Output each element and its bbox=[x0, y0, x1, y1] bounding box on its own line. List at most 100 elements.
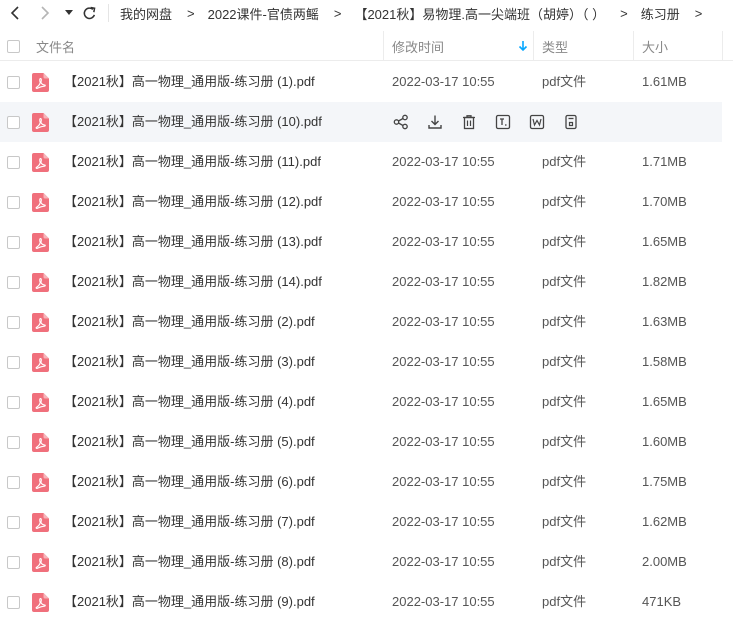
column-divider bbox=[383, 31, 384, 61]
rename-icon[interactable] bbox=[494, 114, 511, 131]
pdf-file-icon bbox=[32, 113, 49, 132]
forward-button[interactable] bbox=[36, 0, 54, 26]
pdf-file-icon bbox=[32, 513, 49, 532]
file-type: pdf文件 bbox=[542, 194, 587, 209]
row-checkbox[interactable] bbox=[7, 476, 20, 489]
share-icon[interactable] bbox=[392, 114, 409, 131]
row-checkbox[interactable] bbox=[7, 76, 20, 89]
column-divider bbox=[533, 31, 534, 61]
file-size: 1.65MB bbox=[642, 394, 687, 409]
pdf-file-icon bbox=[32, 273, 49, 292]
chevron-left-icon bbox=[10, 6, 19, 20]
breadcrumb-separator-icon: > bbox=[620, 5, 628, 21]
row-checkbox[interactable] bbox=[7, 316, 20, 329]
column-divider bbox=[722, 31, 723, 61]
file-name[interactable]: 【2021秋】高一物理_通用版-练习册 (1).pdf bbox=[64, 62, 315, 102]
file-row[interactable]: 【2021秋】高一物理_通用版-练习册 (14).pdf 2022-03-17 1… bbox=[0, 262, 733, 302]
row-checkbox[interactable] bbox=[7, 156, 20, 169]
history-dropdown-button[interactable] bbox=[63, 0, 75, 26]
row-checkbox[interactable] bbox=[7, 236, 20, 249]
caret-down-icon bbox=[65, 10, 73, 15]
file-row[interactable]: 【2021秋】高一物理_通用版-练习册 (13).pdf 2022-03-17 1… bbox=[0, 222, 733, 262]
row-checkbox[interactable] bbox=[7, 356, 20, 369]
refresh-icon bbox=[83, 6, 95, 19]
file-row[interactable]: 【2021秋】高一物理_通用版-练习册 (3).pdf 2022-03-17 10… bbox=[0, 342, 733, 382]
delete-icon[interactable] bbox=[460, 114, 477, 131]
file-name[interactable]: 【2021秋】高一物理_通用版-练习册 (9).pdf bbox=[64, 582, 315, 622]
file-name[interactable]: 【2021秋】高一物理_通用版-练习册 (5).pdf bbox=[64, 422, 315, 462]
file-row[interactable]: 【2021秋】高一物理_通用版-练习册 (9).pdf 2022-03-17 10… bbox=[0, 582, 733, 622]
file-row[interactable]: 【2021秋】高一物理_通用版-练习册 (6).pdf 2022-03-17 10… bbox=[0, 462, 733, 502]
pdf-file-icon bbox=[32, 393, 49, 412]
file-name[interactable]: 【2021秋】高一物理_通用版-练习册 (14).pdf bbox=[64, 262, 322, 302]
file-list: 【2021秋】高一物理_通用版-练习册 (1).pdf 2022-03-17 10… bbox=[0, 62, 733, 622]
pdf-file-icon bbox=[32, 433, 49, 452]
row-checkbox[interactable] bbox=[7, 436, 20, 449]
more-icon[interactable] bbox=[562, 114, 579, 131]
row-checkbox[interactable] bbox=[7, 196, 20, 209]
row-checkbox[interactable] bbox=[7, 516, 20, 529]
file-name[interactable]: 【2021秋】高一物理_通用版-练习册 (8).pdf bbox=[64, 542, 315, 582]
file-name[interactable]: 【2021秋】高一物理_通用版-练习册 (13).pdf bbox=[64, 222, 322, 262]
file-name[interactable]: 【2021秋】高一物理_通用版-练习册 (6).pdf bbox=[64, 462, 315, 502]
file-type: pdf文件 bbox=[542, 434, 587, 449]
file-type: pdf文件 bbox=[542, 354, 587, 369]
word-convert-icon[interactable] bbox=[528, 114, 545, 131]
pdf-file-icon bbox=[32, 473, 49, 492]
breadcrumb-item-class[interactable]: 【2021秋】易物理.高一尖端班（胡婷）（ ） bbox=[354, 4, 605, 23]
file-row[interactable]: 【2021秋】高一物理_通用版-练习册 (7).pdf 2022-03-17 10… bbox=[0, 502, 733, 542]
file-modified-date: 2022-03-17 10:55 bbox=[392, 234, 495, 249]
file-row[interactable]: 【2021秋】高一物理_通用版-练习册 (10).pdf bbox=[0, 102, 722, 142]
file-modified-date: 2022-03-17 10:55 bbox=[392, 274, 495, 289]
column-header-name[interactable]: 文件名 bbox=[36, 31, 75, 61]
row-actions bbox=[392, 102, 596, 142]
sort-arrow-down-icon[interactable] bbox=[518, 40, 528, 52]
toolbar: 我的网盘 > 2022课件-官债两鳐 > 【2021秋】易物理.高一尖端班（胡婷… bbox=[0, 0, 733, 26]
select-all-checkbox[interactable] bbox=[7, 31, 20, 61]
breadcrumb-item-course[interactable]: 2022课件-官债两鳐 bbox=[208, 4, 319, 23]
breadcrumb-separator-icon: > bbox=[333, 5, 342, 21]
breadcrumb-separator-icon: > bbox=[187, 5, 195, 21]
file-name[interactable]: 【2021秋】高一物理_通用版-练习册 (3).pdf bbox=[64, 342, 315, 382]
row-checkbox[interactable] bbox=[7, 276, 20, 289]
file-row[interactable]: 【2021秋】高一物理_通用版-练习册 (2).pdf 2022-03-17 10… bbox=[0, 302, 733, 342]
file-name[interactable]: 【2021秋】高一物理_通用版-练习册 (7).pdf bbox=[64, 502, 315, 542]
file-row[interactable]: 【2021秋】高一物理_通用版-练习册 (4).pdf 2022-03-17 10… bbox=[0, 382, 733, 422]
breadcrumb-item-current[interactable]: 练习册 bbox=[641, 4, 680, 23]
row-checkbox[interactable] bbox=[7, 556, 20, 569]
pdf-file-icon bbox=[32, 593, 49, 612]
file-name[interactable]: 【2021秋】高一物理_通用版-练习册 (10).pdf bbox=[64, 102, 322, 142]
file-type: pdf文件 bbox=[542, 154, 587, 169]
refresh-button[interactable] bbox=[80, 0, 98, 26]
file-name[interactable]: 【2021秋】高一物理_通用版-练习册 (2).pdf bbox=[64, 302, 315, 342]
row-checkbox[interactable] bbox=[7, 396, 20, 409]
file-row[interactable]: 【2021秋】高一物理_通用版-练习册 (5).pdf 2022-03-17 10… bbox=[0, 422, 733, 462]
row-checkbox[interactable] bbox=[7, 116, 20, 129]
file-name[interactable]: 【2021秋】高一物理_通用版-练习册 (4).pdf bbox=[64, 382, 315, 422]
pdf-file-icon bbox=[32, 353, 49, 372]
column-header-size[interactable]: 大小 bbox=[642, 31, 668, 61]
row-checkbox[interactable] bbox=[7, 596, 20, 609]
file-row[interactable]: 【2021秋】高一物理_通用版-练习册 (1).pdf 2022-03-17 10… bbox=[0, 62, 733, 102]
breadcrumb-item-root[interactable]: 我的网盘 bbox=[120, 4, 172, 23]
file-row[interactable]: 【2021秋】高一物理_通用版-练习册 (8).pdf 2022-03-17 10… bbox=[0, 542, 733, 582]
chevron-right-icon bbox=[41, 6, 50, 20]
file-modified-date: 2022-03-17 10:55 bbox=[392, 514, 495, 529]
column-header-type[interactable]: 类型 bbox=[542, 31, 568, 61]
file-modified-date: 2022-03-17 10:55 bbox=[392, 434, 495, 449]
pdf-file-icon bbox=[32, 553, 49, 572]
file-name[interactable]: 【2021秋】高一物理_通用版-练习册 (12).pdf bbox=[64, 182, 322, 222]
file-size: 1.82MB bbox=[642, 274, 687, 289]
column-divider bbox=[633, 31, 634, 61]
file-type: pdf文件 bbox=[542, 514, 587, 529]
file-modified-date: 2022-03-17 10:55 bbox=[392, 154, 495, 169]
file-size: 1.60MB bbox=[642, 434, 687, 449]
column-header-modified[interactable]: 修改时间 bbox=[392, 31, 444, 61]
file-row[interactable]: 【2021秋】高一物理_通用版-练习册 (11).pdf 2022-03-17 1… bbox=[0, 142, 733, 182]
download-icon[interactable] bbox=[426, 114, 443, 131]
back-button[interactable] bbox=[6, 0, 24, 26]
file-type: pdf文件 bbox=[542, 274, 587, 289]
file-row[interactable]: 【2021秋】高一物理_通用版-练习册 (12).pdf 2022-03-17 1… bbox=[0, 182, 733, 222]
file-name[interactable]: 【2021秋】高一物理_通用版-练习册 (11).pdf bbox=[64, 142, 321, 182]
checkbox-box bbox=[7, 39, 20, 53]
